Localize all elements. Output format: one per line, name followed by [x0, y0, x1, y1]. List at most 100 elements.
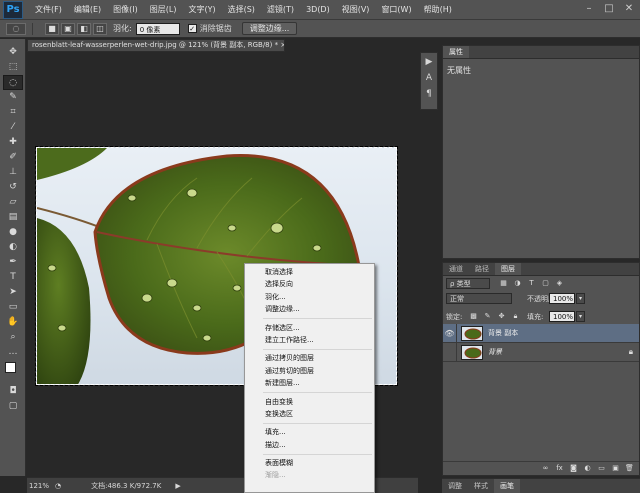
- brush-tool-icon[interactable]: ✐: [3, 150, 23, 165]
- lasso-preset-icon[interactable]: ◌: [6, 22, 26, 35]
- fill-dropdown-icon[interactable]: ▾: [576, 311, 585, 322]
- zoom-level[interactable]: 121%: [27, 482, 55, 490]
- delete-layer-icon[interactable]: 🗑︎: [624, 463, 635, 474]
- menu-item-save-selection[interactable]: 存储选区...: [245, 322, 374, 334]
- crop-tool-icon[interactable]: ⌗: [3, 105, 23, 120]
- filter-smart-icon[interactable]: ◈: [555, 279, 564, 288]
- pen-tool-icon[interactable]: ✒: [3, 255, 23, 270]
- menu-item-deselect[interactable]: 取消选择: [245, 266, 374, 278]
- foreground-color[interactable]: [5, 362, 16, 373]
- eraser-tool-icon[interactable]: ▱: [3, 195, 23, 210]
- menu-3d[interactable]: 3D(D): [300, 5, 336, 14]
- menu-image[interactable]: 图像(I): [107, 4, 144, 15]
- screen-mode-icon[interactable]: ▢: [3, 399, 23, 414]
- play-icon[interactable]: ▶: [422, 55, 436, 69]
- layer-name[interactable]: 背景: [488, 347, 502, 357]
- adjustment-layer-icon[interactable]: ◐: [582, 463, 593, 474]
- menu-item-layer-via-copy[interactable]: 通过拷贝的图层: [245, 352, 374, 364]
- document-tab[interactable]: rosenblatt-leaf-wasserperlen-wet-drip.jp…: [27, 39, 285, 52]
- layer-filter-select[interactable]: ρ 类型: [446, 278, 490, 289]
- visibility-eye-icon[interactable]: 👁︎: [443, 323, 457, 343]
- menu-view[interactable]: 视图(V): [336, 4, 376, 15]
- new-selection-icon[interactable]: ■: [45, 22, 59, 35]
- zoom-tool-icon[interactable]: ⌕: [3, 330, 23, 345]
- menu-item-select-inverse[interactable]: 选择反向: [245, 278, 374, 290]
- feather-input[interactable]: 0 像素: [135, 22, 180, 35]
- menu-select[interactable]: 选择(S): [222, 4, 261, 15]
- menu-item-transform-selection[interactable]: 变换选区: [245, 408, 374, 420]
- menu-item-fill[interactable]: 填充...: [245, 426, 374, 438]
- shape-tool-icon[interactable]: ▭: [3, 300, 23, 315]
- maximize-icon[interactable]: □: [602, 2, 616, 16]
- menu-item-feather[interactable]: 羽化...: [245, 291, 374, 303]
- move-tool-icon[interactable]: ✥: [3, 45, 23, 60]
- menu-edit[interactable]: 编辑(E): [68, 4, 107, 15]
- quick-select-tool-icon[interactable]: ✎: [3, 90, 23, 105]
- tab-paths[interactable]: 路径: [469, 263, 495, 275]
- path-select-icon[interactable]: ➤: [3, 285, 23, 300]
- quick-mask-icon[interactable]: ◘: [3, 384, 23, 399]
- menu-type[interactable]: 文字(Y): [182, 4, 221, 15]
- status-menu-arrow-icon[interactable]: ▶: [175, 482, 180, 490]
- menu-item-stroke[interactable]: 描边...: [245, 439, 374, 451]
- more-tools-icon[interactable]: …: [3, 345, 23, 360]
- opacity-input[interactable]: 100%: [549, 293, 575, 304]
- filter-shape-icon[interactable]: ▢: [541, 279, 550, 288]
- close-icon[interactable]: ✕: [622, 2, 636, 16]
- lasso-tool-icon[interactable]: ◌: [3, 75, 23, 90]
- fill-input[interactable]: 100%: [549, 311, 575, 322]
- marquee-tool-icon[interactable]: ⬚: [3, 60, 23, 75]
- visibility-off-icon[interactable]: [443, 342, 457, 362]
- menu-filter[interactable]: 滤镜(T): [261, 4, 300, 15]
- new-group-icon[interactable]: ▭: [596, 463, 607, 474]
- menu-item-refine-edge[interactable]: 调整边缘...: [245, 303, 374, 315]
- menu-window[interactable]: 窗口(W): [375, 4, 417, 15]
- tab-adjustments[interactable]: 调整: [442, 479, 468, 493]
- minimize-icon[interactable]: –: [582, 2, 596, 16]
- add-mask-icon[interactable]: ◙: [568, 463, 579, 474]
- menu-layer[interactable]: 图层(L): [144, 4, 183, 15]
- lock-transparent-icon[interactable]: ▩: [469, 312, 478, 321]
- gradient-tool-icon[interactable]: ▤: [3, 210, 23, 225]
- lock-pixels-icon[interactable]: ✎: [483, 312, 492, 321]
- tab-brushes[interactable]: 画笔: [494, 478, 520, 493]
- history-brush-icon[interactable]: ↺: [3, 180, 23, 195]
- layer-row[interactable]: 👁︎ 背景 副本: [443, 323, 639, 343]
- add-selection-icon[interactable]: ▣: [61, 22, 75, 35]
- filter-adjust-icon[interactable]: ◑: [513, 279, 522, 288]
- tab-layers[interactable]: 图层: [495, 263, 521, 275]
- paragraph-icon[interactable]: ¶: [422, 87, 436, 101]
- tab-styles[interactable]: 样式: [468, 479, 494, 493]
- menu-item-make-work-path[interactable]: 建立工作路径...: [245, 334, 374, 346]
- lock-all-icon[interactable]: 🔒︎: [511, 312, 520, 321]
- blur-tool-icon[interactable]: ●: [3, 225, 23, 240]
- layer-style-icon[interactable]: fx: [554, 463, 565, 474]
- menu-file[interactable]: 文件(F): [29, 4, 68, 15]
- link-layers-icon[interactable]: ∞: [540, 463, 551, 474]
- healing-brush-icon[interactable]: ✚: [3, 135, 23, 150]
- opacity-dropdown-icon[interactable]: ▾: [576, 293, 585, 304]
- blend-mode-select[interactable]: 正常: [446, 293, 512, 304]
- menu-item-layer-via-cut[interactable]: 通过剪切的图层: [245, 365, 374, 377]
- color-swatches[interactable]: [0, 360, 25, 384]
- status-info-icon[interactable]: ◔: [55, 482, 61, 490]
- eyedropper-tool-icon[interactable]: ⁄: [3, 120, 23, 135]
- antialias-checkbox[interactable]: ✓: [187, 24, 197, 33]
- menu-item-free-transform[interactable]: 自由变换: [245, 396, 374, 408]
- tab-channels[interactable]: 通道: [443, 263, 469, 275]
- filter-type-icon[interactable]: T: [527, 279, 536, 288]
- subtract-selection-icon[interactable]: ◧: [77, 22, 91, 35]
- character-icon[interactable]: A: [422, 71, 436, 85]
- lock-position-icon[interactable]: ✥: [497, 312, 506, 321]
- clone-stamp-icon[interactable]: ⊥: [3, 165, 23, 180]
- type-tool-icon[interactable]: T: [3, 270, 23, 285]
- layer-name[interactable]: 背景 副本: [488, 328, 518, 338]
- new-layer-icon[interactable]: ▣: [610, 463, 621, 474]
- refine-edge-button[interactable]: 调整边缘...: [241, 22, 298, 35]
- menu-item-new-layer[interactable]: 新建图层...: [245, 377, 374, 389]
- filter-pixel-icon[interactable]: ▦: [499, 279, 508, 288]
- dodge-tool-icon[interactable]: ◐: [3, 240, 23, 255]
- hand-tool-icon[interactable]: ✋: [3, 315, 23, 330]
- menu-item-surface-blur[interactable]: 表面模糊: [245, 457, 374, 469]
- menu-help[interactable]: 帮助(H): [418, 4, 458, 15]
